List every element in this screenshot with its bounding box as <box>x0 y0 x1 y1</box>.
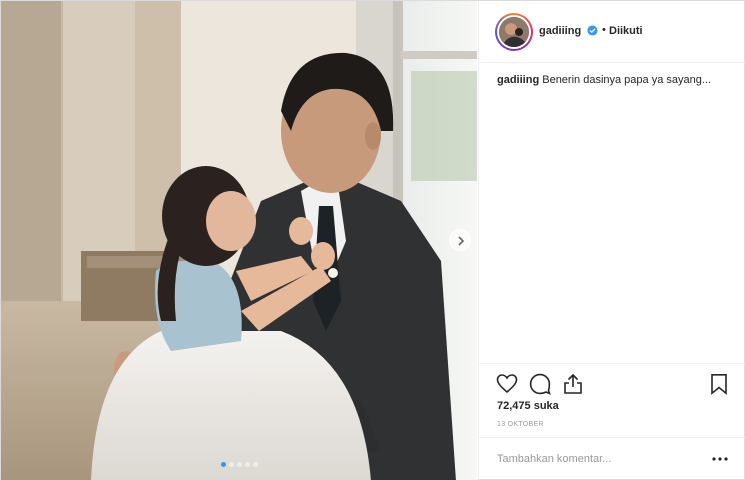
post-header: gadiiing • Diikuti <box>479 1 745 63</box>
post-side-panel: gadiiing • Diikuti gadiiing Benerin dasi… <box>478 1 745 480</box>
separator-dot: • <box>602 24 606 36</box>
comment-bubble-icon[interactable] <box>528 372 552 396</box>
chevron-right-icon <box>458 236 465 246</box>
carousel-dot <box>244 462 250 467</box>
avatar-image <box>499 17 529 47</box>
post-photo[interactable] <box>1 1 477 480</box>
post-date[interactable]: 13 OKTOBER <box>497 421 544 428</box>
action-bar <box>479 363 745 403</box>
following-button[interactable]: Diikuti <box>609 25 643 37</box>
more-options-icon[interactable] <box>711 452 729 466</box>
carousel-dot <box>236 462 242 467</box>
caption-text: Benerin dasinya papa ya sayang... <box>542 74 712 86</box>
likes-count[interactable]: 72,475 suka <box>497 400 559 412</box>
heart-icon[interactable] <box>495 372 519 396</box>
carousel-next-button[interactable] <box>449 229 471 251</box>
carousel-indicator <box>1 462 477 467</box>
post-caption: gadiiing Benerin dasinya papa ya sayang.… <box>497 73 737 88</box>
story-ring[interactable] <box>495 13 533 51</box>
share-icon[interactable] <box>561 372 585 396</box>
username-link[interactable]: gadiiing <box>539 25 581 37</box>
caption-username-link[interactable]: gadiiing <box>497 74 539 86</box>
avatar[interactable] <box>497 15 531 49</box>
bookmark-icon[interactable] <box>707 372 731 396</box>
instagram-post: gadiiing • Diikuti gadiiing Benerin dasi… <box>0 0 745 480</box>
verified-badge-icon <box>587 25 598 36</box>
carousel-dot <box>252 462 258 467</box>
photo-scene <box>1 1 477 480</box>
comment-input[interactable] <box>497 450 697 468</box>
carousel-dot <box>228 462 234 467</box>
comment-bar <box>479 437 745 480</box>
carousel-dot <box>220 462 226 467</box>
